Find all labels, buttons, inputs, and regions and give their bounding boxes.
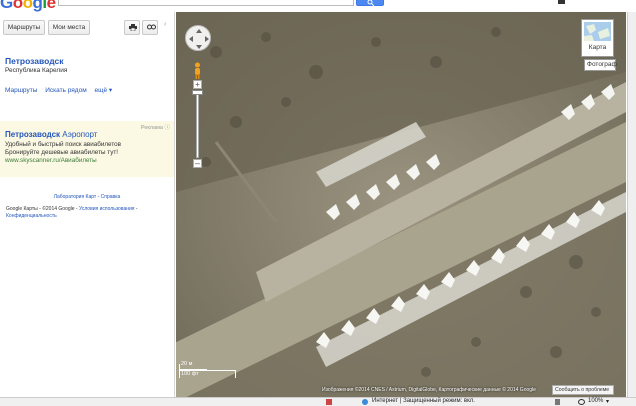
zoom-level-value[interactable]: 100%	[588, 398, 603, 404]
scale-bar: 20 м 100 фт	[179, 361, 239, 381]
flag-icon	[326, 399, 332, 405]
logo-letter: e	[46, 0, 56, 12]
page-scrollbar[interactable]	[627, 12, 636, 397]
scale-tick	[179, 364, 180, 378]
logo-letter: g	[32, 0, 43, 12]
ad-box: Реклама ⓘ Петрозаводск Аэропорт Удобный …	[0, 121, 174, 177]
ad-url[interactable]: www.skyscanner.ru/Авиабилеты	[5, 157, 97, 164]
scale-metric: 20 м	[181, 361, 193, 367]
logo-letter: o	[12, 0, 23, 12]
pan-arrows-icon	[189, 29, 209, 49]
sidebar: Маршруты Мои места ‹ Петрозаводск Респуб…	[0, 12, 175, 397]
footer-copy-text: - ©2014 Google -	[37, 206, 79, 212]
satellite-image	[176, 12, 626, 397]
print-button[interactable]	[124, 20, 140, 35]
place-title[interactable]: Петрозаводск	[5, 56, 63, 66]
ad-label[interactable]: Реклама ⓘ	[141, 123, 170, 131]
search-nearby-link[interactable]: Искать рядом	[45, 87, 87, 94]
photos-button[interactable]: Фотограф	[584, 59, 617, 71]
terms-link[interactable]: Условия использования	[79, 206, 135, 212]
map-view[interactable]: + – Карта Фотограф 20 м 100 фт Изображен…	[176, 12, 626, 397]
report-problem-button[interactable]: Сообщить о проблеме	[552, 385, 614, 395]
ad-title-bold: Петрозаводск	[5, 130, 61, 139]
google-logo[interactable]: Google	[0, 0, 56, 12]
directions-link[interactable]: Маршруты	[5, 87, 37, 94]
zoom-in-button[interactable]: +	[193, 80, 202, 89]
my-places-button[interactable]: Мои места	[48, 20, 90, 35]
privacy-link[interactable]: Конфиденциальность	[6, 213, 57, 219]
zoom-slider-handle[interactable]	[192, 90, 203, 95]
routes-button[interactable]: Маршруты	[3, 20, 45, 35]
printer-icon	[129, 24, 137, 31]
map-type-button[interactable]: Карта	[581, 19, 614, 57]
logo-letter: o	[22, 0, 33, 12]
zoom-level-icon[interactable]	[578, 399, 585, 405]
footer-brand: Google Карты	[6, 206, 38, 212]
footer-copyright: Google Карты - ©2014 Google - Условия ис…	[6, 206, 138, 219]
apps-icon[interactable]	[558, 0, 565, 4]
link-button[interactable]	[142, 20, 158, 35]
zoom-dropdown-arrow[interactable]: ▾	[606, 398, 609, 405]
globe-icon	[362, 399, 368, 405]
status-bar: Интернет | Защищенный режим: вкл. 100% ▾	[0, 397, 636, 406]
protected-mode-icon	[555, 399, 560, 405]
zoom-out-button[interactable]: –	[193, 159, 202, 168]
collapse-sidebar-icon[interactable]: ‹	[164, 21, 166, 28]
link-icon	[147, 24, 156, 30]
logo-letter: G	[0, 0, 13, 12]
pegman-icon[interactable]	[193, 62, 202, 80]
ad-title[interactable]: Петрозаводск Аэропорт	[5, 130, 97, 139]
ad-line: Удобный и быстрый поиск авиабилетов	[5, 141, 121, 148]
zoom-slider-track[interactable]	[196, 90, 199, 158]
map-type-label: Карта	[588, 44, 607, 51]
security-zone-text: Интернет | Защищенный режим: вкл.	[372, 398, 475, 404]
search-button[interactable]	[356, 0, 384, 6]
scale-tick	[235, 370, 236, 378]
top-bar: Google	[0, 0, 636, 13]
map-thumbnail	[584, 22, 611, 41]
ad-title-rest: Аэропорт	[60, 130, 98, 139]
browser-window: Google Маршруты Мои места ‹ Петрозаводск…	[0, 0, 636, 406]
more-link[interactable]: ещё ▾	[95, 87, 113, 94]
footer-links[interactable]: Лаборатория Карт - Справка	[0, 194, 174, 200]
pan-control[interactable]	[185, 25, 211, 51]
ad-line: Бронируйте дешевые авиабилеты тут!	[5, 149, 118, 156]
map-attribution: Изображения ©2014 CNES / Astrium, Digita…	[322, 387, 536, 393]
search-box[interactable]	[58, 0, 354, 13]
map-thumbnail-image	[584, 22, 611, 41]
search-icon	[367, 0, 375, 6]
place-subtitle: Республика Карелия	[5, 67, 68, 74]
place-actions: Маршруты Искать рядом ещё ▾	[5, 86, 118, 94]
scale-imperial: 100 фт	[181, 371, 199, 377]
